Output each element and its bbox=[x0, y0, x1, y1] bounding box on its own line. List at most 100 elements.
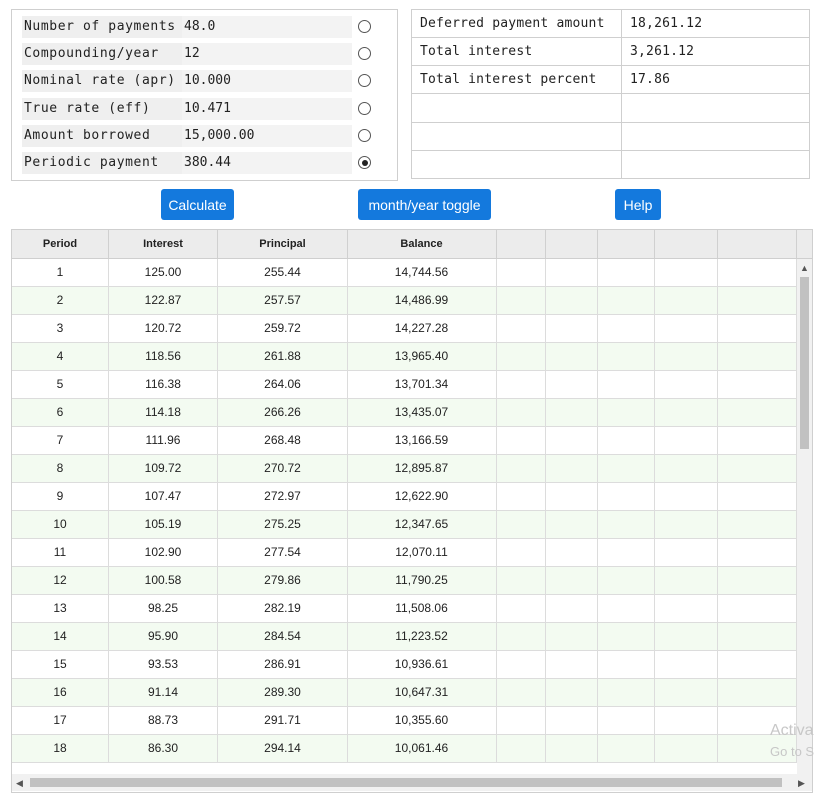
table-cell bbox=[497, 623, 546, 651]
table-row: 18 86.30 294.14 10,061.46 bbox=[12, 735, 797, 763]
solve-for-radio[interactable] bbox=[358, 20, 371, 33]
chevron-left-icon[interactable]: ◀ bbox=[16, 778, 23, 788]
table-cell bbox=[546, 735, 598, 763]
column-header[interactable]: Period bbox=[12, 230, 109, 258]
table-row: 4 118.56 261.88 13,965.40 bbox=[12, 343, 797, 371]
table-cell bbox=[718, 679, 797, 707]
table-cell: 13 bbox=[12, 595, 109, 623]
table-cell bbox=[497, 595, 546, 623]
table-row: 6 114.18 266.26 13,435.07 bbox=[12, 399, 797, 427]
table-cell: 270.72 bbox=[218, 455, 348, 483]
table-cell: 13,166.59 bbox=[347, 427, 497, 455]
input-field[interactable]: 12 bbox=[182, 43, 352, 66]
month-year-toggle-button[interactable]: month/year toggle bbox=[358, 189, 491, 220]
column-header[interactable] bbox=[546, 230, 598, 258]
chevron-right-icon[interactable]: ▶ bbox=[798, 778, 805, 788]
column-header[interactable] bbox=[497, 230, 546, 258]
solve-for-radio[interactable] bbox=[358, 128, 371, 142]
table-cell bbox=[598, 371, 655, 399]
table-cell: 109.72 bbox=[109, 455, 218, 483]
table-cell bbox=[598, 567, 655, 595]
table-cell bbox=[546, 455, 598, 483]
table-cell bbox=[655, 567, 718, 595]
input-field[interactable]: 10.471 bbox=[182, 97, 352, 120]
table-cell bbox=[546, 483, 598, 511]
result-label: Deferred payment amount bbox=[411, 8, 622, 39]
table-cell bbox=[598, 735, 655, 763]
table-row: 15 93.53 286.91 10,936.61 bbox=[12, 651, 797, 679]
table-cell bbox=[718, 651, 797, 679]
table-cell: 100.58 bbox=[109, 567, 218, 595]
input-label: Compounding/year bbox=[22, 43, 187, 66]
table-cell: 98.25 bbox=[109, 595, 218, 623]
table-cell bbox=[546, 567, 598, 595]
solve-for-radio[interactable] bbox=[358, 74, 371, 88]
table-cell: 12,895.87 bbox=[347, 455, 497, 483]
table-cell: 13,701.34 bbox=[347, 371, 497, 399]
table-cell bbox=[598, 651, 655, 679]
table-cell bbox=[497, 259, 546, 287]
table-cell: 13,965.40 bbox=[347, 343, 497, 371]
result-row bbox=[411, 149, 810, 180]
result-value: 3,261.12 bbox=[621, 37, 810, 67]
table-cell: 11,508.06 bbox=[347, 595, 497, 623]
table-cell bbox=[598, 623, 655, 651]
solve-for-radio[interactable] bbox=[358, 156, 371, 169]
column-header[interactable]: Principal bbox=[218, 230, 348, 258]
table-cell: 93.53 bbox=[109, 651, 218, 679]
column-header[interactable]: Interest bbox=[109, 230, 218, 258]
table-header: Period Interest Principal Balance bbox=[12, 230, 812, 259]
table-cell bbox=[718, 483, 797, 511]
input-field[interactable]: 10.000 bbox=[182, 70, 352, 93]
table-cell: 1 bbox=[12, 259, 109, 287]
table-cell: 11 bbox=[12, 539, 109, 567]
input-panel: Number of payments 48.0 Compounding/year 12… bbox=[11, 9, 398, 181]
chevron-up-icon[interactable]: ▲ bbox=[800, 263, 809, 273]
horizontal-scrollbar[interactable]: ◀ ▶ bbox=[12, 774, 812, 791]
input-label: Number of payments bbox=[22, 16, 187, 38]
vertical-scroll-thumb[interactable] bbox=[800, 277, 809, 449]
table-cell bbox=[497, 483, 546, 511]
input-label: Periodic payment bbox=[22, 152, 187, 174]
input-field[interactable]: 48.0 bbox=[182, 16, 352, 38]
table-row: 16 91.14 289.30 10,647.31 bbox=[12, 679, 797, 707]
result-row: Total interest percent 17.86 bbox=[411, 65, 810, 95]
table-cell bbox=[655, 343, 718, 371]
horizontal-scroll-thumb[interactable] bbox=[30, 778, 782, 787]
table-cell bbox=[718, 539, 797, 567]
table-cell bbox=[655, 707, 718, 735]
table-cell bbox=[497, 511, 546, 539]
table-cell: 107.47 bbox=[109, 483, 218, 511]
help-button[interactable]: Help bbox=[615, 189, 661, 220]
input-field[interactable]: 380.44 bbox=[182, 152, 352, 174]
table-cell bbox=[497, 399, 546, 427]
table-cell: 116.38 bbox=[109, 371, 218, 399]
table-cell bbox=[546, 371, 598, 399]
solve-for-radio[interactable] bbox=[358, 101, 371, 115]
table-cell bbox=[655, 427, 718, 455]
table-row: 11 102.90 277.54 12,070.11 bbox=[12, 539, 797, 567]
table-row: 2 122.87 257.57 14,486.99 bbox=[12, 287, 797, 315]
input-field[interactable]: 15,000.00 bbox=[182, 124, 352, 147]
table-cell bbox=[497, 735, 546, 763]
column-header[interactable] bbox=[598, 230, 655, 258]
column-header[interactable]: Balance bbox=[347, 230, 497, 258]
table-cell: 120.72 bbox=[109, 315, 218, 343]
table-cell: 4 bbox=[12, 343, 109, 371]
vertical-scrollbar[interactable]: ▲ bbox=[797, 259, 812, 774]
solve-for-radio[interactable] bbox=[358, 47, 371, 61]
column-header[interactable] bbox=[655, 230, 718, 258]
table-cell: 111.96 bbox=[109, 427, 218, 455]
table-cell bbox=[655, 623, 718, 651]
table-cell: 5 bbox=[12, 371, 109, 399]
table-cell: 122.87 bbox=[109, 287, 218, 315]
calculate-button[interactable]: Calculate bbox=[161, 189, 234, 220]
table-cell: 264.06 bbox=[218, 371, 348, 399]
table-cell bbox=[655, 539, 718, 567]
table-cell: 255.44 bbox=[218, 259, 348, 287]
table-cell bbox=[598, 511, 655, 539]
table-cell: 14,744.56 bbox=[347, 259, 497, 287]
table-cell bbox=[655, 455, 718, 483]
table-cell: 10,355.60 bbox=[347, 707, 497, 735]
column-header[interactable] bbox=[718, 230, 797, 258]
